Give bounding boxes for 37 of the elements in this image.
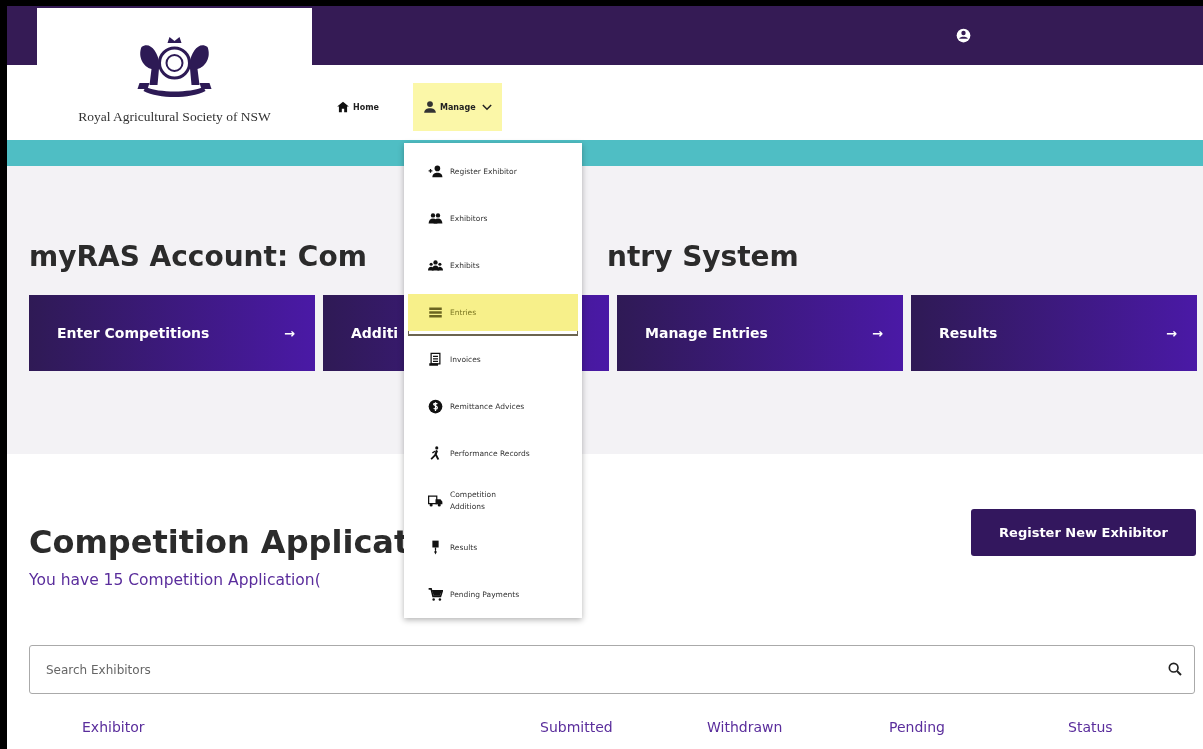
card-label: Manage Entries	[645, 325, 768, 341]
card-label: Results	[939, 325, 998, 341]
arrow-icon: →	[1166, 325, 1177, 341]
section-heading: Competition Applicat	[29, 523, 410, 561]
card-label: Enter Competitions	[57, 325, 210, 341]
nav-link[interactable]: Home	[328, 83, 387, 131]
search-icon[interactable]	[1167, 661, 1183, 677]
card-label: Additi	[351, 325, 399, 341]
register-button[interactable]: Register New Exhibitor	[971, 509, 1196, 556]
account-icon[interactable]	[956, 28, 971, 43]
person-icon	[422, 100, 437, 114]
page-title: myRAS Account: Com	[29, 240, 368, 273]
list-icon	[428, 305, 443, 320]
dollar-icon	[428, 399, 443, 414]
column-header[interactable]: Exhibitor	[82, 719, 540, 735]
summary-text: You have 15 Competition Application(	[29, 571, 322, 589]
action-card[interactable]: Results →	[911, 295, 1197, 371]
column-header[interactable]: Submitted	[540, 719, 707, 735]
organization-name: Royal Agricultural Society of NSW	[78, 109, 271, 125]
action-card[interactable]: Enter Competitions →	[29, 295, 315, 371]
chevron-icon	[481, 103, 492, 111]
arrow-icon: →	[872, 325, 883, 341]
search-field[interactable]: Search Exhibitors	[29, 645, 1195, 694]
column-header[interactable]: Pending	[889, 719, 1068, 735]
nav-link[interactable]: Manage	[412, 83, 502, 131]
column-header[interactable]: Withdrawn	[707, 719, 889, 735]
truck-icon	[428, 493, 443, 508]
people-icon	[428, 211, 443, 226]
arrow-icon: →	[284, 325, 295, 341]
cart-icon	[428, 587, 443, 602]
add-person-icon	[428, 164, 443, 179]
document-icon	[428, 352, 443, 367]
group-icon	[428, 258, 443, 273]
action-card[interactable]: Manage Entries →	[617, 295, 903, 371]
page-title: ntry System	[607, 240, 799, 273]
column-header[interactable]: Status	[1068, 719, 1113, 735]
home-icon	[336, 100, 350, 114]
